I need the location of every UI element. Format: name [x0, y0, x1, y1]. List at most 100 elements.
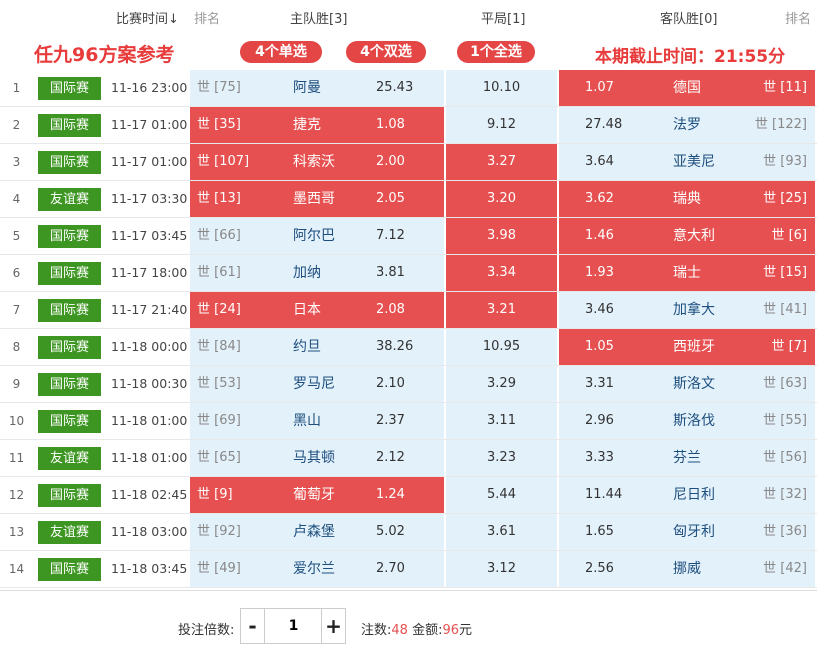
- home-odds: 3.81: [376, 265, 405, 280]
- league-badge[interactable]: 国际赛: [38, 373, 101, 396]
- draw-option[interactable]: 3.12: [446, 551, 557, 587]
- draw-option[interactable]: 3.11: [446, 403, 557, 439]
- away-win-option[interactable]: 3.62 瑞典 世 [25]: [559, 181, 815, 217]
- away-team: 亚美尼: [673, 154, 715, 170]
- league-badge[interactable]: 国际赛: [38, 336, 101, 359]
- home-rank: 世 [49]: [197, 561, 241, 576]
- home-team: 捷克: [293, 117, 321, 133]
- match-time: 11-17 03:30: [111, 191, 188, 206]
- home-win-option[interactable]: 世 [84] 约旦 38.26: [190, 329, 444, 365]
- header-match-time[interactable]: 比赛时间↓: [116, 8, 179, 27]
- away-odds: 1.65: [585, 524, 614, 539]
- away-team: 加拿大: [673, 302, 715, 318]
- away-team: 芬兰: [673, 450, 701, 466]
- league-badge[interactable]: 友谊赛: [38, 188, 101, 211]
- league-badge[interactable]: 国际赛: [38, 114, 101, 137]
- away-win-option[interactable]: 2.56 挪威 世 [42]: [559, 551, 815, 587]
- home-team: 约旦: [293, 339, 321, 355]
- home-win-option[interactable]: 世 [24] 日本 2.08: [190, 292, 444, 328]
- amount-label: 金额:: [412, 623, 443, 638]
- away-win-option[interactable]: 1.46 意大利 世 [6]: [559, 218, 815, 254]
- away-win-option[interactable]: 27.48 法罗 世 [122]: [559, 107, 815, 143]
- league-badge[interactable]: 国际赛: [38, 484, 101, 507]
- draw-odds: 3.29: [487, 376, 516, 391]
- home-odds: 2.12: [376, 450, 405, 465]
- home-rank: 世 [24]: [197, 302, 241, 317]
- match-row: 3 国际赛 11-17 01:00 世 [107] 科索沃 2.00 3.27 3.64 亚美尼…: [0, 144, 817, 181]
- away-team: 斯洛伐: [673, 413, 715, 429]
- away-win-option[interactable]: 3.33 芬兰 世 [56]: [559, 440, 815, 476]
- match-time: 11-18 01:00: [111, 413, 188, 428]
- draw-option[interactable]: 3.98: [446, 218, 557, 254]
- away-win-option[interactable]: 1.65 匈牙利 世 [36]: [559, 514, 815, 550]
- league-badge[interactable]: 国际赛: [38, 77, 101, 100]
- match-number: 5: [12, 229, 21, 243]
- away-win-option[interactable]: 2.96 斯洛伐 世 [55]: [559, 403, 815, 439]
- league-badge[interactable]: 友谊赛: [38, 447, 101, 470]
- draw-odds: 3.11: [487, 413, 516, 428]
- home-win-option[interactable]: 世 [53] 罗马尼 2.10: [190, 366, 444, 402]
- away-win-option[interactable]: 1.93 瑞士 世 [15]: [559, 255, 815, 291]
- away-win-option[interactable]: 3.64 亚美尼 世 [93]: [559, 144, 815, 180]
- away-team: 挪威: [673, 561, 701, 577]
- draw-option[interactable]: 5.44: [446, 477, 557, 513]
- home-win-option[interactable]: 世 [107] 科索沃 2.00: [190, 144, 444, 180]
- draw-option[interactable]: 3.29: [446, 366, 557, 402]
- league-badge[interactable]: 国际赛: [38, 225, 101, 248]
- match-row: 7 国际赛 11-17 21:40 世 [24] 日本 2.08 3.21 3.46 加拿大 世 …: [0, 292, 817, 329]
- away-odds: 11.44: [585, 487, 623, 502]
- home-win-option[interactable]: 世 [75] 阿曼 25.43: [190, 70, 444, 106]
- home-win-option[interactable]: 世 [69] 黑山 2.37: [190, 403, 444, 439]
- league-badge[interactable]: 友谊赛: [38, 521, 101, 544]
- home-odds: 25.43: [376, 80, 414, 95]
- league-badge[interactable]: 国际赛: [38, 151, 101, 174]
- draw-option[interactable]: 3.27: [446, 144, 557, 180]
- away-win-option[interactable]: 1.05 西班牙 世 [7]: [559, 329, 815, 365]
- draw-option[interactable]: 10.10: [446, 70, 557, 106]
- league-badge[interactable]: 国际赛: [38, 558, 101, 581]
- league-badge[interactable]: 国际赛: [38, 299, 101, 322]
- match-row: 5 国际赛 11-17 03:45 世 [66] 阿尔巴 7.12 3.98 1.46 意大利 世…: [0, 218, 817, 255]
- draw-odds: 5.44: [487, 487, 516, 502]
- away-rank: 世 [11]: [763, 80, 807, 95]
- away-rank: 世 [63]: [763, 376, 807, 391]
- home-team: 罗马尼: [293, 376, 335, 392]
- match-number: 6: [12, 266, 21, 280]
- home-win-option[interactable]: 世 [61] 加纳 3.81: [190, 255, 444, 291]
- draw-odds: 9.12: [487, 117, 516, 132]
- multiplier-input[interactable]: [266, 609, 321, 643]
- match-number: 2: [12, 118, 21, 132]
- amount-value: 96: [442, 623, 460, 638]
- home-win-option[interactable]: 世 [9] 葡萄牙 1.24: [190, 477, 444, 513]
- home-team: 阿曼: [293, 80, 321, 96]
- draw-option[interactable]: 3.34: [446, 255, 557, 291]
- home-odds: 5.02: [376, 524, 405, 539]
- match-number: 14: [8, 562, 25, 576]
- home-win-option[interactable]: 世 [66] 阿尔巴 7.12: [190, 218, 444, 254]
- away-win-option[interactable]: 1.07 德国 世 [11]: [559, 70, 815, 106]
- home-win-option[interactable]: 世 [65] 马其顿 2.12: [190, 440, 444, 476]
- draw-option[interactable]: 3.21: [446, 292, 557, 328]
- table-header: 比赛时间↓ 排名 主队胜[3] 平局[1] 客队胜[0] 排名: [0, 0, 817, 32]
- away-win-option[interactable]: 11.44 尼日利 世 [32]: [559, 477, 815, 513]
- home-win-option[interactable]: 世 [35] 捷克 1.08: [190, 107, 444, 143]
- decrement-button[interactable]: -: [241, 609, 265, 643]
- match-time: 11-18 02:45: [111, 487, 188, 502]
- draw-option[interactable]: 9.12: [446, 107, 557, 143]
- home-win-option[interactable]: 世 [13] 墨西哥 2.05: [190, 181, 444, 217]
- home-win-option[interactable]: 世 [49] 爱尔兰 2.70: [190, 551, 444, 587]
- away-team: 德国: [673, 80, 701, 96]
- draw-option[interactable]: 3.23: [446, 440, 557, 476]
- home-win-option[interactable]: 世 [92] 卢森堡 5.02: [190, 514, 444, 550]
- draw-option[interactable]: 10.95: [446, 329, 557, 365]
- single-pick-pill: 4个单选: [240, 41, 322, 63]
- draw-option[interactable]: 3.61: [446, 514, 557, 550]
- draw-option[interactable]: 3.20: [446, 181, 557, 217]
- away-odds: 3.64: [585, 154, 614, 169]
- league-badge[interactable]: 国际赛: [38, 262, 101, 285]
- league-badge[interactable]: 国际赛: [38, 410, 101, 433]
- away-win-option[interactable]: 3.31 斯洛文 世 [63]: [559, 366, 815, 402]
- away-win-option[interactable]: 3.46 加拿大 世 [41]: [559, 292, 815, 328]
- draw-odds: 3.20: [487, 191, 516, 206]
- increment-button[interactable]: +: [321, 609, 345, 643]
